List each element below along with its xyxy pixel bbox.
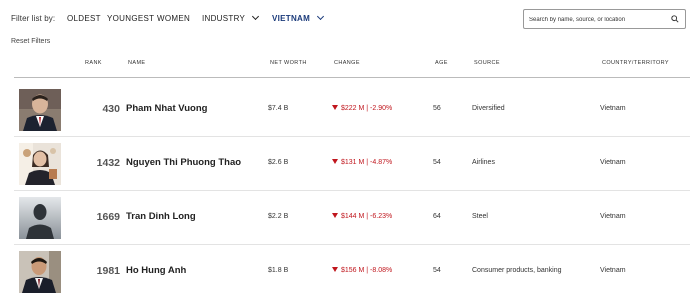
- person-name[interactable]: Ho Hung Anh: [126, 265, 186, 276]
- filter-youngest[interactable]: YOUNGEST: [107, 14, 154, 23]
- table-header: RANK NAME NET WORTH CHANGE AGE SOURCE CO…: [14, 52, 690, 78]
- change-value: $131 M | -4.87%: [332, 159, 392, 166]
- person-name[interactable]: Nguyen Thi Phuong Thao: [126, 157, 241, 168]
- country: Vietnam: [600, 213, 626, 220]
- filter-women-label: WOMEN: [157, 14, 191, 23]
- avatar: [19, 251, 61, 293]
- change-text: $144 M | -6.23%: [341, 213, 393, 220]
- rank: 1432: [96, 157, 120, 169]
- filter-oldest[interactable]: OLDEST: [67, 14, 101, 23]
- search-box: [523, 9, 686, 29]
- header-name[interactable]: NAME: [128, 60, 146, 66]
- avatar-placeholder: [19, 197, 61, 239]
- header-age[interactable]: AGE: [435, 60, 448, 66]
- reset-filters-link[interactable]: Reset Filters: [11, 38, 50, 45]
- country: Vietnam: [600, 267, 626, 274]
- change-value: $222 M | -2.90%: [332, 105, 392, 112]
- source: Steel: [472, 213, 488, 220]
- age: 54: [433, 267, 441, 274]
- change-value: $156 M | -8.08%: [332, 267, 392, 274]
- chevron-down-icon: [317, 12, 325, 21]
- source: Diversified: [472, 105, 505, 112]
- avatar: [19, 89, 61, 131]
- down-arrow-icon: [332, 159, 338, 164]
- person-name[interactable]: Tran Dinh Long: [126, 211, 196, 222]
- net-worth: $2.6 B: [268, 159, 289, 166]
- rank: 430: [102, 103, 120, 115]
- filter-women[interactable]: WOMEN: [157, 14, 190, 23]
- filter-label: Filter list by:: [11, 14, 56, 23]
- source: Consumer products, banking: [472, 267, 562, 274]
- header-source[interactable]: SOURCE: [474, 60, 500, 66]
- country: Vietnam: [600, 159, 626, 166]
- age: 64: [433, 213, 441, 220]
- filter-youngest-label: YOUNGEST: [107, 14, 155, 23]
- rank: 1981: [96, 265, 120, 277]
- change-text: $156 M | -8.08%: [341, 267, 393, 274]
- table-row[interactable]: 1981 Ho Hung Anh $1.8 B $156 M | -8.08% …: [14, 245, 690, 299]
- age: 56: [433, 105, 441, 112]
- table-row[interactable]: 1432 Nguyen Thi Phuong Thao $2.6 B $131 …: [14, 137, 690, 191]
- down-arrow-icon: [332, 213, 338, 218]
- filter-oldest-label: OLDEST: [67, 14, 101, 23]
- avatar: [19, 143, 61, 185]
- age: 54: [433, 159, 441, 166]
- filter-industry-label: INDUSTRY: [202, 14, 246, 23]
- down-arrow-icon: [332, 105, 338, 110]
- rank: 1669: [96, 211, 120, 223]
- chevron-down-icon: [252, 12, 260, 21]
- person-name[interactable]: Pham Nhat Vuong: [126, 103, 207, 114]
- filter-country-dropdown[interactable]: VIETNAM: [272, 12, 325, 23]
- change-value: $144 M | -6.23%: [332, 213, 392, 220]
- change-text: $131 M | -4.87%: [341, 159, 393, 166]
- filter-industry-dropdown[interactable]: INDUSTRY: [202, 12, 260, 23]
- search-icon[interactable]: [671, 15, 679, 23]
- country: Vietnam: [600, 105, 626, 112]
- net-worth: $1.8 B: [268, 267, 289, 274]
- header-country[interactable]: COUNTRY/TERRITORY: [602, 60, 669, 66]
- search-input[interactable]: [529, 13, 669, 26]
- change-text: $222 M | -2.90%: [341, 105, 393, 112]
- table-row[interactable]: 430 Pham Nhat Vuong $7.4 B $222 M | -2.9…: [14, 83, 690, 137]
- down-arrow-icon: [332, 267, 338, 272]
- net-worth: $2.2 B: [268, 213, 289, 220]
- filter-country-label: VIETNAM: [272, 14, 311, 23]
- net-worth: $7.4 B: [268, 105, 289, 112]
- header-change[interactable]: CHANGE: [334, 60, 360, 66]
- filter-bar: Filter list by: OLDEST YOUNGEST WOMEN IN…: [0, 0, 700, 40]
- source: Airlines: [472, 159, 495, 166]
- table-row[interactable]: 1669 Tran Dinh Long $2.2 B $144 M | -6.2…: [14, 191, 690, 245]
- header-net-worth[interactable]: NET WORTH: [270, 60, 307, 66]
- header-rank[interactable]: RANK: [85, 60, 102, 66]
